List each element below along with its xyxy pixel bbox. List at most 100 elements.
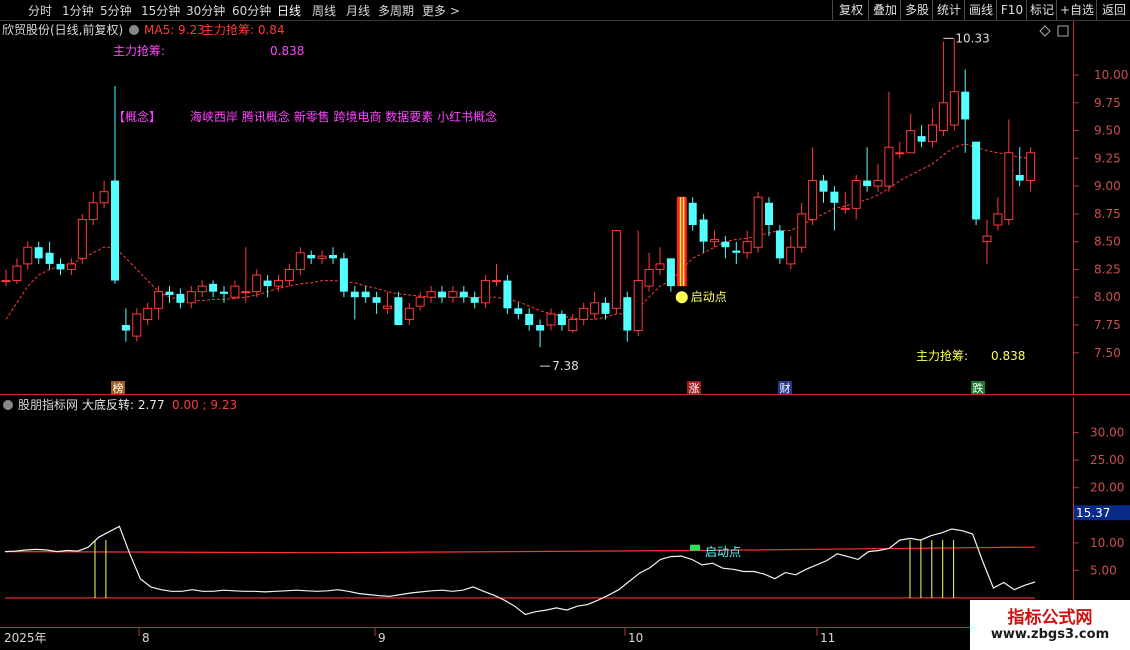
indicator-sub-chart[interactable]: 股朋指标网 大底反转: 2.77 0.00 ; 9.23 30.00 25.00 20.0… xyxy=(0,397,1130,628)
candle-body xyxy=(710,238,719,243)
candle-body xyxy=(579,307,589,320)
candle-body xyxy=(317,255,327,259)
candle xyxy=(611,230,621,314)
candle-body xyxy=(66,263,76,270)
candle-body xyxy=(394,297,403,325)
sub-y-label: 25.00 xyxy=(1090,453,1124,467)
event-badge-label: 财 xyxy=(780,381,791,395)
period-tab[interactable]: 15分钟 xyxy=(141,2,180,19)
low-label: 7.38 xyxy=(552,359,579,373)
candle-body xyxy=(633,280,643,332)
candle-body xyxy=(851,180,861,209)
period-tab[interactable]: 1分钟 xyxy=(62,2,94,19)
candle-body xyxy=(808,180,818,220)
sub-y-label: 10.00 xyxy=(1090,536,1124,550)
candle-body xyxy=(404,307,414,320)
candle-body xyxy=(295,252,305,270)
candle-body xyxy=(241,291,251,294)
period-tab[interactable]: 多周期 xyxy=(378,2,414,19)
sub-y-label: 5.00 xyxy=(1090,563,1117,577)
period-tab[interactable]: 60分钟 xyxy=(232,2,271,19)
ma5-label: MA5: 9.23 xyxy=(144,23,205,37)
current-value-label: 15.37 xyxy=(1076,506,1110,520)
toolbar-button[interactable]: 标记 xyxy=(1026,0,1057,20)
candle-body xyxy=(557,313,566,325)
candle-body xyxy=(470,297,479,303)
watermark-title: 指标公式网 xyxy=(1007,608,1093,628)
candle-body xyxy=(186,291,196,304)
candle-body xyxy=(873,180,883,187)
x-axis-bg xyxy=(0,628,1130,650)
candle-body xyxy=(1026,152,1036,182)
candle-body xyxy=(438,291,446,298)
dropdown-icon[interactable] xyxy=(129,25,139,35)
x-axis-label: 10 xyxy=(628,631,643,645)
candle-body xyxy=(12,265,22,282)
period-tab[interactable]: 月线 xyxy=(346,2,370,19)
y-axis-label: 9.50 xyxy=(1094,124,1121,138)
y-axis-label: 8.25 xyxy=(1094,262,1121,276)
candle-body xyxy=(666,258,675,287)
y-axis-label: 8.50 xyxy=(1094,235,1121,249)
candle-body xyxy=(590,302,600,315)
candle-body xyxy=(154,291,164,309)
toolbar-button[interactable]: 复权 xyxy=(832,0,869,20)
candle-body xyxy=(699,219,708,242)
candle-body xyxy=(165,291,174,295)
toolbar-button[interactable]: 叠加 xyxy=(868,0,901,20)
period-tab[interactable]: 日线 xyxy=(277,2,301,19)
toolbar-button[interactable]: +自选 xyxy=(1056,0,1097,20)
period-tab[interactable]: 30分钟 xyxy=(186,2,225,19)
candle-body xyxy=(1004,152,1014,220)
candle-body xyxy=(88,202,98,220)
period-tab[interactable]: 5分钟 xyxy=(100,2,132,19)
x-axis-label: 2025年 xyxy=(4,631,47,645)
candle xyxy=(77,213,87,264)
candle-body xyxy=(284,268,294,282)
candle-body xyxy=(753,196,763,248)
candle-body xyxy=(961,91,970,120)
candle-body xyxy=(786,246,796,265)
series-values: 0.00 ; 9.23 xyxy=(172,398,237,412)
candle-body xyxy=(263,280,272,287)
toolbar-button[interactable]: 多股 xyxy=(900,0,933,20)
event-badge-label: 榜 xyxy=(113,381,124,395)
period-tab[interactable]: 分时 xyxy=(28,2,52,19)
start-point-marker xyxy=(690,544,700,551)
candle-body xyxy=(481,280,491,304)
candle-body xyxy=(220,291,228,294)
limit-up-bar-red xyxy=(676,197,687,287)
candle-body xyxy=(339,258,348,292)
period-tab[interactable]: 更多 > xyxy=(422,2,460,19)
toolbar-button[interactable]: 返回 xyxy=(1096,0,1130,20)
candle-body xyxy=(797,213,807,248)
candle-body xyxy=(230,285,240,298)
candle-body xyxy=(1015,175,1024,181)
candle-body xyxy=(765,202,773,225)
y-axis-label: 9.00 xyxy=(1094,179,1121,193)
x-axis-label: 8 xyxy=(142,631,150,645)
candle-body xyxy=(56,263,65,270)
sub-background xyxy=(0,397,1130,628)
period-tab[interactable]: 周线 xyxy=(312,2,336,19)
toolbar-button[interactable]: F10 xyxy=(996,0,1027,20)
candle-body xyxy=(721,241,730,248)
chart-background xyxy=(0,21,1130,395)
y-axis-label: 8.00 xyxy=(1094,290,1121,304)
zl-bottom-label: 主力抢筹: xyxy=(916,348,968,363)
y-axis-label: 9.75 xyxy=(1094,96,1121,110)
y-axis-label: 9.25 xyxy=(1094,151,1121,165)
candle-body xyxy=(329,255,337,259)
limit-up-bar xyxy=(676,197,687,287)
toolbar-button[interactable]: 画线 xyxy=(964,0,997,20)
zl-header-label: 主力抢筹: 0.84 xyxy=(202,22,285,37)
candle-body xyxy=(197,285,207,293)
candle-body xyxy=(307,255,316,259)
toolbar: 分时 1分钟 5分钟 15分钟 30分钟 60分钟 日线 周线 月线 多周期 更多 > 复权 叠加 多股统… xyxy=(0,0,1130,21)
toolbar-button[interactable]: 统计 xyxy=(932,0,965,20)
candle-body xyxy=(928,124,937,143)
time-axis: 2025年 8 9 10 11 xyxy=(0,628,1130,650)
candle-body xyxy=(503,280,512,309)
sub-dropdown-icon[interactable] xyxy=(3,400,13,410)
kline-main-chart[interactable]: 10.00 9.75 9.50 9.25 9.00 8.75 8.50 8.25 8.00 7.7… xyxy=(0,21,1130,395)
